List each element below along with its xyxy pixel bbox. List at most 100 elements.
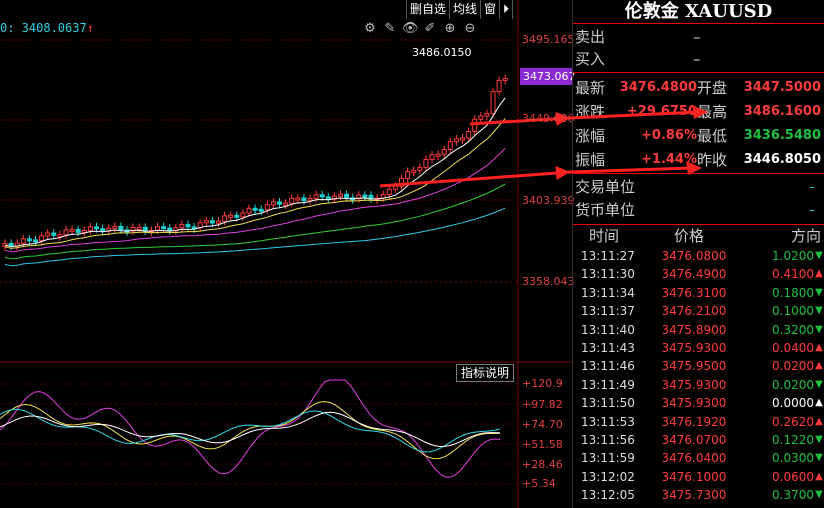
candle-body — [344, 193, 350, 199]
candle-body — [258, 208, 264, 212]
zoom-out-icon[interactable]: ⊖ — [462, 21, 478, 37]
tick-volume: 1.0200 — [772, 249, 815, 263]
settings-icon[interactable]: ⚙ — [362, 21, 378, 37]
candle-body — [234, 214, 240, 218]
bid-row: 买入 – — [573, 48, 824, 70]
candle-body — [45, 232, 51, 237]
candle-body — [313, 194, 319, 200]
bid-ask-section: 卖出 – 买入 – — [573, 24, 824, 73]
candle-body — [222, 215, 228, 222]
pen-icon[interactable]: ✎ — [382, 21, 398, 37]
candle-body — [75, 228, 81, 233]
tick-time: 13:11:53 — [581, 414, 635, 429]
tick-row: 13:11:46 3475.9500 0.0200 ▲ — [573, 357, 824, 375]
candle-body — [429, 154, 435, 160]
candle-body — [447, 141, 453, 151]
candle-body — [484, 113, 490, 117]
time-header: 时间 — [588, 227, 619, 245]
candle-body — [496, 79, 502, 93]
indicator-help-button[interactable]: 指标说明 — [456, 364, 515, 382]
candle-body — [81, 229, 87, 233]
y-label: 3358.043 — [522, 275, 575, 288]
quote-panel: 伦敦金 XAUUSD 卖出 – 买入 – 最新 3476.4800 开盘 3447.5… — [572, 0, 824, 508]
candle-body — [435, 153, 441, 157]
down-arrow-icon: ▼ — [815, 250, 823, 261]
tick-price: 3476.2100 — [661, 304, 727, 319]
quote-label: 最新 — [575, 78, 606, 97]
candle-body — [460, 137, 465, 141]
candle-body — [20, 238, 26, 244]
quote-label-2: 最高 — [697, 102, 728, 121]
y-label: 3403.939 — [522, 194, 575, 207]
tick-time: 13:11:59 — [581, 451, 635, 466]
quote-label-2: 最低 — [697, 126, 728, 145]
candle-body — [277, 201, 282, 205]
tick-time: 13:11:46 — [581, 359, 635, 374]
unit-row: 货币单位 – — [573, 199, 824, 222]
bid-value: – — [693, 50, 701, 68]
down-arrow-icon: ▼ — [815, 378, 823, 390]
ind-label: +74.70 — [522, 418, 563, 431]
tick-price: 3476.0800 — [661, 249, 727, 263]
chart-grid — [0, 0, 572, 508]
eye-icon[interactable]: 👁 — [402, 21, 419, 37]
tick-time: 13:11:37 — [581, 304, 635, 319]
tick-volume: 0.0200 — [772, 359, 815, 374]
candlestick-chart[interactable] — [0, 0, 572, 508]
tick-price: 3475.7300 — [661, 488, 727, 503]
expand-panel-button[interactable]: ⏵ — [500, 0, 514, 19]
unit-label: 货币单位 — [575, 201, 636, 219]
quote-label-2: 昨收 — [697, 150, 728, 169]
tick-row: 13:11:56 3476.0700 0.1220 ▼ — [573, 431, 824, 449]
indicator-value-text: 0: 3408.0637 — [0, 21, 87, 35]
up-arrow-icon: ▲ — [815, 415, 823, 427]
candle-body — [209, 220, 215, 224]
unit-label: 交易单位 — [575, 178, 636, 196]
bid-label: 买入 — [575, 50, 606, 68]
ind-label: +97.82 — [522, 398, 563, 411]
quote-label: 涨幅 — [575, 126, 606, 145]
current-price-tag: 3473.067 — [520, 68, 576, 85]
down-arrow-icon: ▼ — [815, 433, 823, 445]
up-arrow-icon: ↑ — [86, 21, 94, 35]
up-arrow-icon: ▲ — [815, 470, 823, 482]
candle-body — [216, 220, 221, 224]
flat-arrow-icon: ▲ — [815, 397, 823, 409]
ticks-list[interactable]: 13:11:27 3476.0800 1.0200 ▼ 13:11:30 3476.490… — [573, 247, 824, 504]
candle-body — [490, 91, 496, 115]
unit-value: – — [809, 180, 815, 194]
candle-body — [301, 197, 307, 202]
unit-section: 交易单位 – 货币单位 – — [573, 174, 824, 225]
tick-time: 13:11:34 — [581, 285, 635, 300]
candle-body — [392, 185, 398, 190]
candle-body — [362, 194, 368, 198]
candle-body — [405, 171, 411, 179]
down-arrow-icon: ▼ — [815, 323, 823, 335]
window-button[interactable]: 窗 — [481, 0, 501, 19]
chart-toolbar: 删自选 均线 窗 ⏵ — [406, 0, 514, 19]
remove-watchlist-button[interactable]: 删自选 — [406, 0, 451, 19]
tick-volume: 0.3700 — [772, 488, 815, 503]
draw-icon[interactable]: ✐ — [422, 21, 438, 37]
moving-average-button[interactable]: 均线 — [450, 0, 482, 19]
candle-body — [338, 193, 343, 197]
ask-label: 卖出 — [575, 28, 606, 46]
down-arrow-icon: ▼ — [815, 305, 823, 317]
y-label: 3495.165 — [522, 33, 575, 46]
quote-value: +29.6750 — [626, 103, 697, 119]
tick-time: 13:11:56 — [581, 432, 635, 447]
candle-body — [87, 226, 93, 231]
candle-body — [252, 207, 258, 211]
candle-body — [118, 225, 124, 231]
tick-row: 13:11:43 3475.9300 0.0400 ▲ — [573, 339, 824, 357]
candle-body — [228, 214, 234, 218]
tick-row: 13:11:50 3475.9300 0.0000 ▲ — [573, 394, 824, 412]
chart-area[interactable]: 删自选 均线 窗 ⏵ 0: 3408.0637↑ ⚙ ✎ 👁 ✐ ⊕ ⊖ 349… — [0, 0, 576, 508]
quote-row: 涨跌 +29.6750 最高 3486.1600 — [573, 99, 824, 123]
candle-body — [33, 239, 38, 243]
candle-body — [26, 238, 32, 242]
tick-time: 13:11:30 — [581, 267, 635, 282]
tick-row: 13:11:49 3475.9300 0.0200 ▼ — [573, 376, 824, 394]
candle-body — [185, 224, 191, 228]
zoom-in-icon[interactable]: ⊕ — [442, 21, 458, 37]
